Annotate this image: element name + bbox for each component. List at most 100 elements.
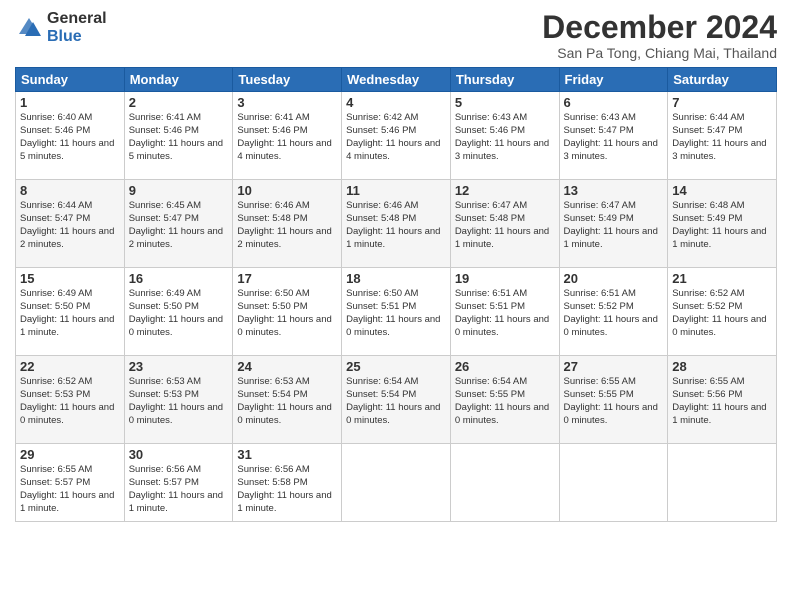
table-row: 12 Sunrise: 6:47 AM Sunset: 5:48 PM Dayl… [450,180,559,268]
day-number: 14 [672,183,772,198]
day-number: 4 [346,95,446,110]
day-number: 18 [346,271,446,286]
day-number: 13 [564,183,664,198]
day-info: Sunrise: 6:44 AM Sunset: 5:47 PM Dayligh… [672,112,772,163]
day-info: Sunrise: 6:52 AM Sunset: 5:52 PM Dayligh… [672,288,772,339]
day-number: 21 [672,271,772,286]
header-row: Sunday Monday Tuesday Wednesday Thursday… [16,68,777,92]
table-row: 22 Sunrise: 6:52 AM Sunset: 5:53 PM Dayl… [16,356,125,444]
table-row: 29 Sunrise: 6:55 AM Sunset: 5:57 PM Dayl… [16,444,125,522]
day-number: 23 [129,359,229,374]
day-number: 26 [455,359,555,374]
day-info: Sunrise: 6:47 AM Sunset: 5:48 PM Dayligh… [455,200,555,251]
table-row: 16 Sunrise: 6:49 AM Sunset: 5:50 PM Dayl… [124,268,233,356]
day-info: Sunrise: 6:44 AM Sunset: 5:47 PM Dayligh… [20,200,120,251]
day-number: 29 [20,447,120,462]
day-number: 7 [672,95,772,110]
location: San Pa Tong, Chiang Mai, Thailand [542,45,777,61]
col-tuesday: Tuesday [233,68,342,92]
day-info: Sunrise: 6:46 AM Sunset: 5:48 PM Dayligh… [346,200,446,251]
day-number: 20 [564,271,664,286]
col-monday: Monday [124,68,233,92]
day-number: 1 [20,95,120,110]
day-info: Sunrise: 6:55 AM Sunset: 5:56 PM Dayligh… [672,376,772,427]
day-info: Sunrise: 6:46 AM Sunset: 5:48 PM Dayligh… [237,200,337,251]
day-info: Sunrise: 6:53 AM Sunset: 5:54 PM Dayligh… [237,376,337,427]
day-info: Sunrise: 6:54 AM Sunset: 5:54 PM Dayligh… [346,376,446,427]
table-row: 23 Sunrise: 6:53 AM Sunset: 5:53 PM Dayl… [124,356,233,444]
day-number: 27 [564,359,664,374]
table-row: 21 Sunrise: 6:52 AM Sunset: 5:52 PM Dayl… [668,268,777,356]
day-number: 3 [237,95,337,110]
day-info: Sunrise: 6:42 AM Sunset: 5:46 PM Dayligh… [346,112,446,163]
day-number: 2 [129,95,229,110]
header: General Blue December 2024 San Pa Tong, … [15,10,777,61]
logo-blue: Blue [47,28,107,46]
day-info: Sunrise: 6:41 AM Sunset: 5:46 PM Dayligh… [237,112,337,163]
month-title: December 2024 [542,10,777,45]
table-row: 3 Sunrise: 6:41 AM Sunset: 5:46 PM Dayli… [233,92,342,180]
logo-general: General [47,10,107,28]
calendar-page: General Blue December 2024 San Pa Tong, … [0,0,792,612]
day-number: 11 [346,183,446,198]
day-info: Sunrise: 6:43 AM Sunset: 5:46 PM Dayligh… [455,112,555,163]
table-row: 7 Sunrise: 6:44 AM Sunset: 5:47 PM Dayli… [668,92,777,180]
day-info: Sunrise: 6:51 AM Sunset: 5:51 PM Dayligh… [455,288,555,339]
col-friday: Friday [559,68,668,92]
day-number: 10 [237,183,337,198]
table-row [450,444,559,522]
table-row [342,444,451,522]
table-row: 30 Sunrise: 6:56 AM Sunset: 5:57 PM Dayl… [124,444,233,522]
day-number: 19 [455,271,555,286]
table-row: 5 Sunrise: 6:43 AM Sunset: 5:46 PM Dayli… [450,92,559,180]
table-row: 8 Sunrise: 6:44 AM Sunset: 5:47 PM Dayli… [16,180,125,268]
day-info: Sunrise: 6:40 AM Sunset: 5:46 PM Dayligh… [20,112,120,163]
day-number: 30 [129,447,229,462]
table-row: 24 Sunrise: 6:53 AM Sunset: 5:54 PM Dayl… [233,356,342,444]
day-number: 5 [455,95,555,110]
day-info: Sunrise: 6:43 AM Sunset: 5:47 PM Dayligh… [564,112,664,163]
day-info: Sunrise: 6:56 AM Sunset: 5:57 PM Dayligh… [129,464,229,515]
table-row: 11 Sunrise: 6:46 AM Sunset: 5:48 PM Dayl… [342,180,451,268]
table-row: 28 Sunrise: 6:55 AM Sunset: 5:56 PM Dayl… [668,356,777,444]
table-row: 10 Sunrise: 6:46 AM Sunset: 5:48 PM Dayl… [233,180,342,268]
col-wednesday: Wednesday [342,68,451,92]
day-info: Sunrise: 6:49 AM Sunset: 5:50 PM Dayligh… [20,288,120,339]
table-row: 15 Sunrise: 6:49 AM Sunset: 5:50 PM Dayl… [16,268,125,356]
logo-icon [15,14,43,42]
col-thursday: Thursday [450,68,559,92]
table-row: 25 Sunrise: 6:54 AM Sunset: 5:54 PM Dayl… [342,356,451,444]
col-sunday: Sunday [16,68,125,92]
day-info: Sunrise: 6:56 AM Sunset: 5:58 PM Dayligh… [237,464,337,515]
table-row: 9 Sunrise: 6:45 AM Sunset: 5:47 PM Dayli… [124,180,233,268]
day-info: Sunrise: 6:49 AM Sunset: 5:50 PM Dayligh… [129,288,229,339]
day-number: 9 [129,183,229,198]
day-info: Sunrise: 6:52 AM Sunset: 5:53 PM Dayligh… [20,376,120,427]
day-info: Sunrise: 6:55 AM Sunset: 5:57 PM Dayligh… [20,464,120,515]
day-info: Sunrise: 6:48 AM Sunset: 5:49 PM Dayligh… [672,200,772,251]
day-info: Sunrise: 6:50 AM Sunset: 5:50 PM Dayligh… [237,288,337,339]
table-row: 18 Sunrise: 6:50 AM Sunset: 5:51 PM Dayl… [342,268,451,356]
day-info: Sunrise: 6:41 AM Sunset: 5:46 PM Dayligh… [129,112,229,163]
day-number: 16 [129,271,229,286]
table-row: 2 Sunrise: 6:41 AM Sunset: 5:46 PM Dayli… [124,92,233,180]
title-section: December 2024 San Pa Tong, Chiang Mai, T… [542,10,777,61]
day-number: 24 [237,359,337,374]
logo-text: General Blue [47,10,107,45]
table-row [559,444,668,522]
day-number: 15 [20,271,120,286]
day-info: Sunrise: 6:51 AM Sunset: 5:52 PM Dayligh… [564,288,664,339]
day-info: Sunrise: 6:53 AM Sunset: 5:53 PM Dayligh… [129,376,229,427]
table-row: 27 Sunrise: 6:55 AM Sunset: 5:55 PM Dayl… [559,356,668,444]
table-row: 17 Sunrise: 6:50 AM Sunset: 5:50 PM Dayl… [233,268,342,356]
logo: General Blue [15,10,107,45]
table-row: 13 Sunrise: 6:47 AM Sunset: 5:49 PM Dayl… [559,180,668,268]
day-info: Sunrise: 6:54 AM Sunset: 5:55 PM Dayligh… [455,376,555,427]
calendar-table: Sunday Monday Tuesday Wednesday Thursday… [15,67,777,522]
day-info: Sunrise: 6:45 AM Sunset: 5:47 PM Dayligh… [129,200,229,251]
table-row: 14 Sunrise: 6:48 AM Sunset: 5:49 PM Dayl… [668,180,777,268]
day-number: 17 [237,271,337,286]
table-row: 4 Sunrise: 6:42 AM Sunset: 5:46 PM Dayli… [342,92,451,180]
table-row: 6 Sunrise: 6:43 AM Sunset: 5:47 PM Dayli… [559,92,668,180]
table-row: 1 Sunrise: 6:40 AM Sunset: 5:46 PM Dayli… [16,92,125,180]
